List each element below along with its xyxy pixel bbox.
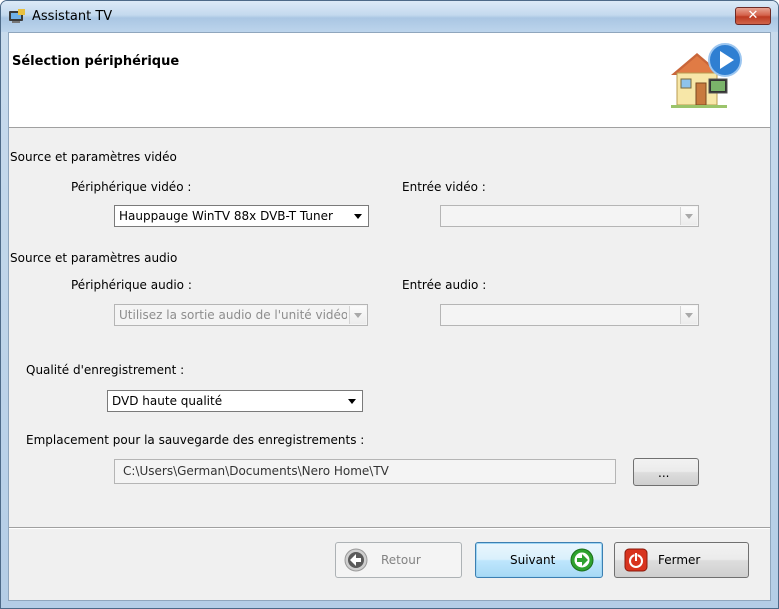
video-device-select[interactable]: Hauppauge WinTV 88x DVB-T Tuner xyxy=(114,205,369,227)
save-path-field[interactable]: C:\Users\German\Documents\Nero Home\TV xyxy=(114,459,616,484)
close-button[interactable]: Fermer xyxy=(614,542,749,578)
chevron-down-icon[interactable] xyxy=(344,392,361,410)
wizard-header: Sélection périphérique xyxy=(9,33,770,128)
next-button[interactable]: Suivant xyxy=(475,542,603,578)
next-button-label: Suivant xyxy=(510,553,556,567)
footer-separator xyxy=(9,527,770,529)
chevron-down-icon[interactable] xyxy=(680,306,697,324)
assistant-tv-window: Assistant TV ✕ Sélection périphérique So… xyxy=(0,0,779,609)
audio-input-select[interactable] xyxy=(440,304,699,326)
audio-device-value: Utilisez la sortie audio de l'unité vidé… xyxy=(119,308,347,322)
tv-icon xyxy=(9,9,25,23)
audio-input-label: Entrée audio : xyxy=(402,278,487,292)
video-input-label: Entrée vidéo : xyxy=(402,180,486,194)
browse-button-label: ... xyxy=(658,466,670,480)
audio-device-select[interactable]: Utilisez la sortie audio de l'unité vidé… xyxy=(114,304,368,326)
page-title: Sélection périphérique xyxy=(12,54,180,69)
audio-device-label: Périphérique audio : xyxy=(71,278,192,292)
window-title: Assistant TV xyxy=(32,9,113,24)
close-icon: ✕ xyxy=(747,8,759,23)
quality-select[interactable]: DVD haute qualité xyxy=(107,390,363,412)
chevron-down-icon[interactable] xyxy=(350,207,367,225)
power-icon xyxy=(624,548,648,572)
next-arrow-icon xyxy=(570,548,594,572)
wizard-client-area: Sélection périphérique Source et paramèt… xyxy=(8,32,771,601)
audio-section-label: Source et paramètres audio xyxy=(10,251,178,265)
close-button-label: Fermer xyxy=(658,553,701,567)
window-close-button[interactable]: ✕ xyxy=(735,7,771,25)
chevron-down-icon[interactable] xyxy=(680,207,697,225)
video-input-select[interactable] xyxy=(440,205,699,227)
video-device-label: Périphérique vidéo : xyxy=(71,180,192,194)
quality-label: Qualité d'enregistrement : xyxy=(26,363,185,377)
save-location-label: Emplacement pour la sauvegarde des enreg… xyxy=(26,433,365,447)
save-path-value: C:\Users\German\Documents\Nero Home\TV xyxy=(123,464,389,478)
back-button[interactable]: Retour xyxy=(335,542,462,578)
video-section-label: Source et paramètres vidéo xyxy=(10,150,177,164)
video-device-value: Hauppauge WinTV 88x DVB-T Tuner xyxy=(119,209,333,223)
house-play-icon xyxy=(671,43,742,108)
browse-button[interactable]: ... xyxy=(633,458,699,486)
back-button-label: Retour xyxy=(381,553,421,567)
quality-value: DVD haute qualité xyxy=(112,394,223,408)
title-bar[interactable]: Assistant TV ✕ xyxy=(1,1,778,32)
chevron-down-icon[interactable] xyxy=(349,306,366,324)
back-arrow-icon xyxy=(344,548,368,572)
